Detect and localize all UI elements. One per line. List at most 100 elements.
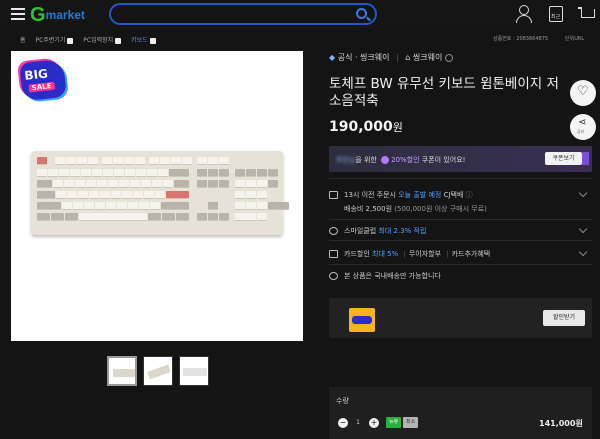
main-product-image[interactable]: BIG SALE: [11, 51, 303, 341]
thumbnail-3[interactable]: [179, 356, 209, 386]
menu-icon[interactable]: [11, 8, 25, 20]
keyboard-key: [86, 180, 96, 188]
keyboard-key: [257, 180, 267, 188]
keyboard-key: [106, 202, 116, 210]
recent-view-icon[interactable]: 최근: [549, 6, 563, 22]
quantity-plus-button[interactable]: +: [369, 418, 379, 428]
breadcrumb-item-3[interactable]: 키보드: [131, 37, 156, 44]
keyboard-key: [182, 157, 192, 165]
unit-url-link[interactable]: 단위URL: [565, 35, 584, 42]
dropdown-icon[interactable]: [149, 37, 156, 44]
store-info-icon[interactable]: [444, 53, 453, 62]
keyboard-key: [235, 213, 256, 221]
divider: [329, 219, 592, 220]
divider: [329, 240, 592, 241]
product-number: 상품번호 : 2083664875: [493, 36, 549, 42]
truck-icon: [329, 191, 338, 199]
keyboard-key: [158, 169, 168, 177]
dropdown-icon[interactable]: [67, 37, 74, 44]
keyboard-key: [136, 169, 146, 177]
keyboard-key: [51, 213, 64, 221]
breadcrumb-home[interactable]: 홈: [20, 37, 26, 44]
keyboard-key: [84, 202, 94, 210]
product-price: 190,000원: [329, 119, 403, 135]
keyboard-key: [114, 169, 124, 177]
keyboard-key: [219, 213, 229, 221]
view-coupon-button[interactable]: 쿠폰보기: [545, 152, 589, 165]
keyboard-key: [113, 157, 123, 165]
coupon-icon: [381, 156, 390, 164]
search-icon[interactable]: [356, 8, 367, 19]
keyboard-key: [48, 169, 58, 177]
keyboard-key: [55, 157, 65, 165]
big-sale-badge: BIG SALE: [19, 58, 67, 102]
keyboard-key: [37, 191, 55, 199]
keyboard-key: [133, 191, 143, 199]
keyboard-key: [124, 157, 134, 165]
breadcrumb-item-2[interactable]: PC입력장치: [83, 37, 122, 44]
top-bar: Gmarket 최근: [0, 0, 600, 29]
keyboard-key: [128, 202, 138, 210]
chevron-down-icon[interactable]: [578, 224, 588, 234]
keyboard-key: [197, 157, 207, 165]
keyboard-key: [53, 180, 63, 188]
gmarket-logo[interactable]: Gmarket: [30, 4, 85, 27]
product-title: 토체프 BW 유무선 키보드 윔톤베이지 저소음적축: [329, 76, 559, 109]
keyboard-key: [257, 191, 267, 199]
breadcrumb: 홈 PC주변기기 PC입력장치 키보드: [20, 35, 164, 44]
quantity-label: 수량: [336, 397, 349, 405]
card-icon: [329, 250, 338, 258]
globe-icon: [329, 272, 338, 280]
keyboard-image: [31, 151, 289, 235]
keyboard-key: [117, 202, 127, 210]
order-box: 수량 − 1 + 뉴뷰 최소 141,000원 ✕: [329, 387, 592, 439]
keyboard-key: [219, 157, 229, 165]
keyboard-key: [246, 169, 256, 177]
keyboard-key: [77, 157, 87, 165]
thumbnail-2[interactable]: [143, 356, 173, 386]
keyboard-key: [66, 157, 76, 165]
keyboard-key: [208, 169, 218, 177]
keyboard-key: [160, 157, 170, 165]
keyboard-key: [208, 180, 218, 188]
keyboard-key: [70, 169, 80, 177]
search-input[interactable]: [109, 3, 377, 25]
chevron-down-icon[interactable]: [578, 188, 588, 198]
share-icon[interactable]: 공유: [570, 114, 596, 140]
official-store-link[interactable]: ◆ 공식 · 씽크웨이: [329, 53, 390, 62]
heart-icon[interactable]: [570, 80, 596, 106]
keyboard-key: [163, 180, 173, 188]
keyboard-key: [176, 213, 189, 221]
keyboard-key: [79, 213, 147, 221]
keyboard-key: [89, 191, 99, 199]
keyboard-key: [257, 202, 267, 210]
quantity-input[interactable]: 1: [351, 418, 365, 428]
chevron-down-icon[interactable]: [578, 247, 588, 257]
cart-icon[interactable]: [578, 5, 596, 23]
card-discount-info[interactable]: 카드할인 최대 5% | 무이자할부 | 카드추가혜택: [329, 249, 490, 259]
user-icon[interactable]: [515, 5, 533, 23]
keyboard-key: [152, 180, 162, 188]
thumbnail-1[interactable]: [107, 356, 137, 386]
keyboard-key: [100, 191, 110, 199]
keyboard-key: [108, 180, 118, 188]
smile-club-info[interactable]: 스마일클럽 최대 2.3% 적립: [329, 226, 426, 236]
keyboard-key: [148, 213, 161, 221]
get-discount-button[interactable]: 할인받기: [543, 310, 585, 326]
option-tag: 뉴뷰: [386, 417, 402, 428]
keyboard-key: [268, 169, 278, 177]
coupon-banner: 회원님을 위한 20%할인 쿠폰이 있어요! 쿠폰보기: [329, 146, 592, 172]
keyboard-key: [155, 191, 165, 199]
keyboard-key: [125, 169, 135, 177]
quantity-minus-button[interactable]: −: [338, 418, 348, 428]
big-sale-gift-icon: [349, 308, 375, 332]
keyboard-key: [95, 202, 105, 210]
coin-icon: [329, 227, 338, 235]
coupon-text: 회원님을 위한 20%할인 쿠폰이 있어요!: [336, 156, 466, 164]
breadcrumb-item-1[interactable]: PC주변기기: [35, 37, 74, 44]
shipping-info: 13시 이전 주문시 오늘 출발 예정 CJ택배 ⓘ: [329, 190, 473, 200]
dropdown-icon[interactable]: [115, 37, 122, 44]
store-link[interactable]: ⌂ 씽크웨이: [405, 53, 442, 62]
keyboard-key: [246, 202, 256, 210]
close-icon[interactable]: ✕: [575, 418, 582, 427]
